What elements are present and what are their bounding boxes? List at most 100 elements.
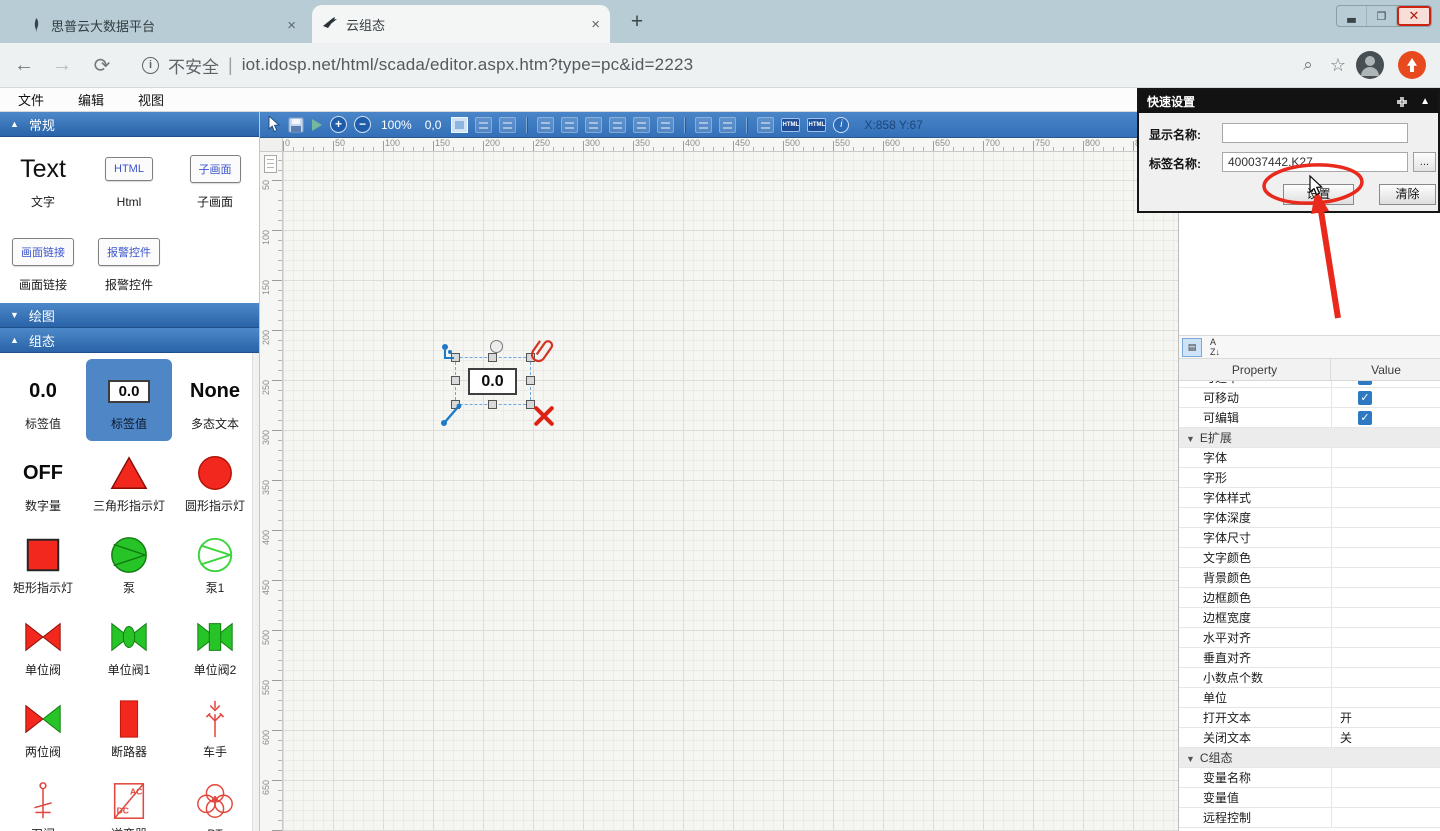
property-category-row[interactable]: ▼E扩展 <box>1179 428 1440 448</box>
omnibox[interactable]: i 不安全 | iot.idosp.net/html/scada/editor.… <box>142 53 1296 78</box>
same-height-icon[interactable] <box>719 117 736 133</box>
page-info-icon[interactable]: i <box>142 57 159 74</box>
align-bottom-icon[interactable] <box>657 117 674 133</box>
align-top-icon[interactable] <box>609 117 626 133</box>
palette-item-矩形指示灯[interactable]: 矩形指示灯 <box>0 523 86 605</box>
palette-item-Html[interactable]: HTMLHtml <box>86 137 172 219</box>
property-row[interactable]: 远程控制 <box>1179 808 1440 828</box>
delete-element-icon[interactable] <box>532 404 556 428</box>
property-row[interactable]: 打开文本开 <box>1179 708 1440 728</box>
same-width-icon[interactable] <box>695 117 712 133</box>
resize-handle-w[interactable] <box>451 376 460 385</box>
new-tab-button[interactable]: + <box>624 9 650 35</box>
property-row[interactable]: 可移动✓ <box>1179 388 1440 408</box>
checkbox-checked-icon[interactable]: ✓ <box>1358 391 1372 405</box>
profile-avatar[interactable] <box>1356 51 1384 79</box>
palette-item-圆形指示灯[interactable]: 圆形指示灯 <box>172 441 258 523</box>
palette-item-泵[interactable]: 泵 <box>86 523 172 605</box>
palette-item-画面链接[interactable]: 画面链接画面链接 <box>0 220 86 302</box>
resize-handle-e[interactable] <box>526 376 535 385</box>
property-row[interactable]: 字体深度 <box>1179 508 1440 528</box>
align-right-icon[interactable] <box>585 117 602 133</box>
palette-item-报警控件[interactable]: 报警控件报警控件 <box>86 220 172 302</box>
clear-button[interactable]: 清除 <box>1379 184 1436 205</box>
group-icon[interactable] <box>475 117 492 133</box>
property-row[interactable]: 可选中✓ <box>1179 381 1440 388</box>
property-row[interactable]: 字形 <box>1179 468 1440 488</box>
browse-tags-button[interactable]: ... <box>1413 152 1436 172</box>
tab-close-icon[interactable]: × <box>287 18 296 33</box>
browser-tab-active[interactable]: 云组态 × <box>312 5 610 43</box>
info-icon[interactable]: i <box>833 117 849 133</box>
align-left-icon[interactable] <box>537 117 554 133</box>
property-row[interactable]: 可编辑✓ <box>1179 408 1440 428</box>
quick-settings-titlebar[interactable]: 快速设置 ▲ <box>1139 90 1438 113</box>
back-icon[interactable]: ← <box>12 54 36 77</box>
resize-handle-n[interactable] <box>488 353 497 362</box>
tag-name-input[interactable] <box>1222 152 1408 172</box>
property-row[interactable]: 字体尺寸 <box>1179 528 1440 548</box>
zoom-in-icon[interactable]: + <box>330 116 347 133</box>
set-button[interactable]: 设置 <box>1283 184 1354 205</box>
zoom-out-page-icon[interactable]: ⌕ <box>1296 55 1320 75</box>
palette-item-单位阀2[interactable]: 单位阀2 <box>172 605 258 687</box>
palette-item-文字[interactable]: Text文字 <box>0 137 86 219</box>
property-row[interactable]: 字体样式 <box>1179 488 1440 508</box>
menu-item-2[interactable]: 视图 <box>138 90 164 109</box>
design-canvas[interactable]: 0.0 <box>283 152 1178 831</box>
sort-az-icon[interactable]: AZ↓ <box>1205 338 1225 357</box>
connector-line-icon[interactable] <box>440 401 464 427</box>
property-row[interactable]: 小数点个数 <box>1179 668 1440 688</box>
align-center-icon[interactable] <box>561 117 578 133</box>
property-row[interactable]: 变量值 <box>1179 788 1440 808</box>
menu-item-0[interactable]: 文件 <box>18 90 44 109</box>
display-grid-icon[interactable] <box>451 117 468 133</box>
html-export-icon[interactable]: HTML <box>781 118 800 132</box>
window-minimize-button[interactable]: ▃ <box>1337 6 1367 26</box>
property-column-header[interactable]: Property <box>1179 359 1331 380</box>
palette-item-车手[interactable]: 车手 <box>172 687 258 769</box>
palette-item-单位阀[interactable]: 单位阀 <box>0 605 86 687</box>
resize-handle-s[interactable] <box>488 400 497 409</box>
save-icon[interactable] <box>288 117 304 133</box>
palette-item-PT[interactable]: PT <box>172 769 258 831</box>
property-row[interactable]: 边框颜色 <box>1179 588 1440 608</box>
property-row[interactable]: 关闭文本关 <box>1179 728 1440 748</box>
select-cursor-icon[interactable] <box>268 116 281 133</box>
palette-item-刀闸[interactable]: 刀闸 <box>0 769 86 831</box>
run-play-icon[interactable] <box>311 118 323 132</box>
bookmark-star-icon[interactable]: ☆ <box>1326 55 1350 76</box>
palette-item-标签值[interactable]: 0.0标签值 <box>0 359 86 441</box>
sidebar-scrollbar[interactable] <box>252 353 259 831</box>
property-row[interactable]: 变量名称 <box>1179 768 1440 788</box>
property-row[interactable]: 文字颜色 <box>1179 548 1440 568</box>
zoom-out-icon[interactable]: − <box>354 116 371 133</box>
window-maximize-button[interactable]: ❐ <box>1367 6 1397 26</box>
palette-item-断路器[interactable]: 断路器 <box>86 687 172 769</box>
palette-item-三角形指示灯[interactable]: 三角形指示灯 <box>86 441 172 523</box>
property-row[interactable]: 边框宽度 <box>1179 608 1440 628</box>
panel-header-common[interactable]: ▲ 常规 <box>0 112 259 137</box>
align-middle-icon[interactable] <box>633 117 650 133</box>
property-row[interactable]: 字体 <box>1179 448 1440 468</box>
browser-logo-icon[interactable] <box>1398 51 1426 79</box>
reload-icon[interactable]: ⟳ <box>90 53 114 78</box>
html-preview-icon[interactable]: HTML <box>807 118 826 132</box>
property-row[interactable]: 水平对齐 <box>1179 628 1440 648</box>
palette-item-单位阀1[interactable]: 单位阀1 <box>86 605 172 687</box>
palette-item-多态文本[interactable]: None多态文本 <box>172 359 258 441</box>
property-row[interactable]: 单位 <box>1179 688 1440 708</box>
connector-elbow-icon[interactable] <box>440 343 462 365</box>
browser-tab-inactive[interactable]: 思普云大数据平台 × <box>20 7 306 43</box>
menu-item-1[interactable]: 编辑 <box>78 90 104 109</box>
panel-header-zutai[interactable]: ▲ 组态 <box>0 328 259 353</box>
tag-value-element[interactable]: 0.0 <box>468 368 517 395</box>
window-close-button[interactable]: ✕ <box>1397 6 1431 26</box>
distribute-icon[interactable] <box>757 117 774 133</box>
palette-item-泵1[interactable]: 泵1 <box>172 523 258 605</box>
palette-item-标签值[interactable]: 0.0标签值 <box>86 359 172 441</box>
dock-compress-icon[interactable] <box>1396 96 1408 108</box>
rotate-handle[interactable] <box>490 340 503 353</box>
property-row[interactable]: 垂直对齐 <box>1179 648 1440 668</box>
property-row[interactable]: 背景颜色 <box>1179 568 1440 588</box>
